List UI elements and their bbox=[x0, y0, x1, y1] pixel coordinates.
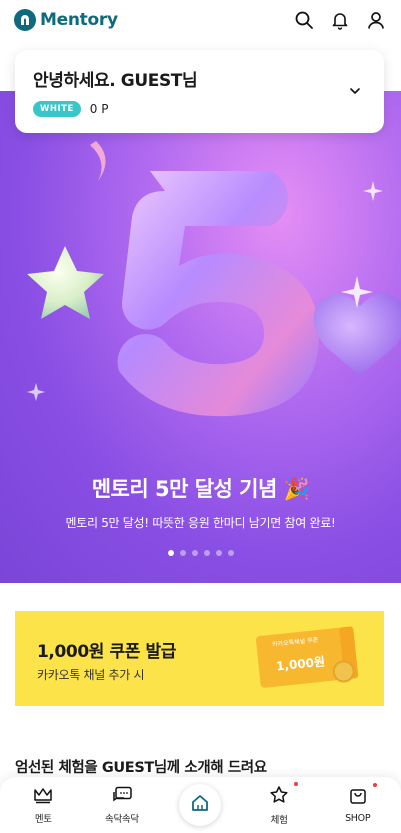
home-icon bbox=[190, 793, 210, 817]
star-icon bbox=[269, 785, 289, 809]
carousel-indicator bbox=[0, 550, 401, 556]
carousel-dot[interactable] bbox=[179, 550, 186, 556]
carousel-dot[interactable] bbox=[227, 550, 234, 556]
brand-logo[interactable]: Mentory bbox=[14, 9, 118, 31]
coupon-subtitle: 카카오톡 채널 추가 시 bbox=[37, 668, 145, 682]
home-button[interactable] bbox=[179, 784, 222, 826]
user-icon[interactable] bbox=[365, 9, 387, 31]
section-title: 엄선된 체험을 GUEST님께 소개해 드려요 bbox=[15, 760, 267, 776]
nav-item-mentor[interactable]: 멘토 bbox=[8, 786, 78, 825]
nav-label: 멘토 bbox=[34, 813, 52, 825]
nav-item-home[interactable] bbox=[165, 784, 235, 826]
carousel-dot[interactable] bbox=[167, 550, 174, 556]
logo-mark-icon bbox=[14, 9, 36, 31]
carousel-dot[interactable] bbox=[215, 550, 222, 556]
nav-label: SHOP bbox=[345, 813, 371, 824]
chat-icon bbox=[111, 786, 133, 808]
welcome-card[interactable]: 안녕하세요. GUEST님 WHITE 0 P bbox=[15, 50, 384, 133]
coupon-card-graphic: 카카오톡채널 쿠폰 1,000원 bbox=[250, 625, 368, 689]
banner-subtitle: 멘토리 5만 달성! 따뜻한 응원 한마디 남기면 참여 완료! bbox=[65, 516, 336, 530]
bell-icon[interactable] bbox=[329, 9, 351, 31]
crown-icon bbox=[33, 786, 53, 808]
nav-item-chat[interactable]: 속닥속닥 bbox=[87, 786, 157, 825]
banner-illustration bbox=[27, 141, 401, 417]
nav-item-shop[interactable]: SHOP bbox=[323, 783, 393, 824]
coupon-banner[interactable]: 1,000원 쿠폰 발급 카카오톡 채널 추가 시 카카오톡채널 쿠폰 1,00… bbox=[15, 611, 384, 706]
nav-label: 속닥속닥 bbox=[105, 813, 139, 825]
greeting-text: 안녕하세요. GUEST님 bbox=[33, 71, 198, 91]
bottom-navigation: 멘토 속닥속닥 체험 SHOP bbox=[0, 777, 401, 833]
promo-banner[interactable]: 멘토리 5만 달성 기념 🎉 멘토리 5만 달성! 따뜻한 응원 한마디 남기면… bbox=[0, 91, 401, 583]
coupon-title: 1,000원 쿠폰 발급 bbox=[37, 642, 177, 662]
carousel-dot[interactable] bbox=[191, 550, 198, 556]
brand-name: Mentory bbox=[40, 10, 118, 30]
nav-label: 체험 bbox=[270, 814, 288, 826]
notification-dot bbox=[294, 781, 299, 786]
app-header: Mentory bbox=[0, 0, 401, 40]
chevron-down-icon[interactable] bbox=[348, 83, 362, 102]
nav-item-experience[interactable]: 체험 bbox=[244, 781, 314, 826]
search-icon[interactable] bbox=[293, 9, 315, 31]
notification-dot bbox=[372, 783, 377, 787]
carousel-dot[interactable] bbox=[203, 550, 210, 556]
shopping-bag-icon bbox=[348, 786, 368, 810]
grade-badge: WHITE bbox=[33, 101, 81, 117]
banner-title: 멘토리 5만 달성 기념 🎉 bbox=[91, 477, 310, 501]
points-value: 0 P bbox=[89, 102, 109, 116]
